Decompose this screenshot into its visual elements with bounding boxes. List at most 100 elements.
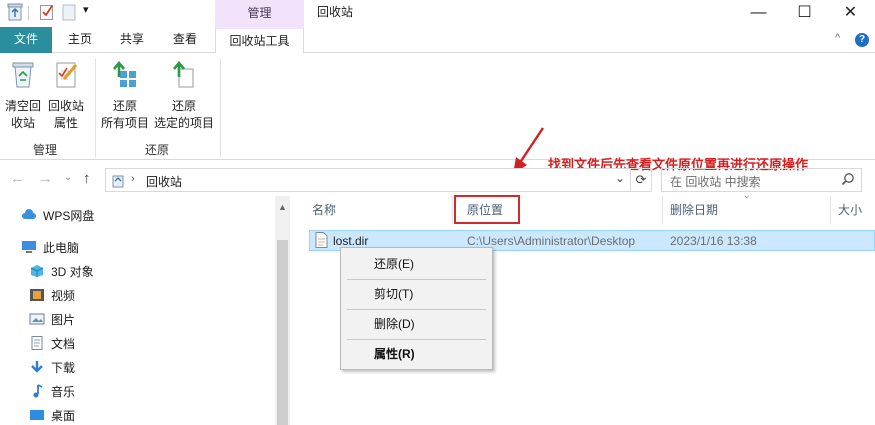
empty-recycle-bin-button[interactable]: 清空回 收站 <box>4 59 42 132</box>
nav-pane-scrollbar[interactable]: ▲ <box>275 196 290 425</box>
nav-item-videos[interactable]: 视频 <box>29 286 75 306</box>
window-title: 回收站 <box>317 5 354 19</box>
video-icon <box>29 288 45 302</box>
breadcrumb-chevron-icon[interactable]: › <box>131 173 135 185</box>
menu-separator <box>347 309 486 310</box>
column-header-size[interactable]: 大小 <box>838 196 862 224</box>
menu-item-delete[interactable]: 删除(D) <box>341 313 492 335</box>
nav-item-label: 音乐 <box>51 385 76 399</box>
empty-label-line2: 收站 <box>10 116 35 130</box>
restore-all-label-line2: 所有项目 <box>100 116 149 130</box>
search-input[interactable]: 在 回收站 中搜索 <box>661 168 862 192</box>
3d-cube-icon <box>29 264 45 278</box>
restore-all-label-line1: 还原 <box>112 99 137 113</box>
nav-item-label: 文档 <box>51 337 76 351</box>
group-divider <box>220 59 221 157</box>
tab-share[interactable]: 共享 <box>114 27 150 53</box>
recycle-bin-app-icon <box>7 3 23 23</box>
nav-item-label: 下载 <box>51 361 76 375</box>
menu-item-restore[interactable]: 还原(E) <box>341 253 492 275</box>
file-icon <box>315 232 328 251</box>
restore-selected-button[interactable]: 还原 选定的项目 <box>153 59 215 132</box>
empty-recycle-bin-icon <box>4 59 42 94</box>
search-placeholder: 在 回收站 中搜索 <box>670 175 761 189</box>
forward-arrow-icon[interactable]: → <box>38 170 53 187</box>
recycle-bin-location-icon <box>111 173 125 191</box>
title-bar: ▾ 管理 回收站 — ☐ ✕ <box>0 0 875 27</box>
cloud-icon <box>21 208 37 222</box>
collapse-ribbon-button[interactable]: ^ <box>835 32 840 44</box>
menu-separator <box>347 279 486 280</box>
props-label-line2: 属性 <box>53 116 78 130</box>
breadcrumb-recycle-bin[interactable]: 回收站 <box>146 173 182 190</box>
nav-item-label: 此电脑 <box>43 241 80 255</box>
nav-item-this-pc[interactable]: 此电脑 <box>21 238 79 258</box>
empty-label-line1: 清空回 <box>4 99 41 113</box>
maximize-button[interactable]: ☐ <box>782 0 827 25</box>
nav-item-label: WPS网盘 <box>43 209 95 223</box>
tab-home[interactable]: 主页 <box>62 27 98 53</box>
close-button[interactable]: ✕ <box>828 0 873 25</box>
restore-selected-label-line2: 选定的项目 <box>153 116 214 130</box>
restore-all-icon <box>100 59 150 94</box>
menu-item-properties[interactable]: 属性(R) <box>341 343 492 365</box>
back-arrow-icon[interactable]: ← <box>10 170 25 187</box>
download-icon <box>29 360 45 374</box>
ribbon: 清空回 收站 回收站 属性 管理 还原 所有项目 还原 选定的项目 还原 找到文… <box>0 53 875 172</box>
new-folder-qa-icon[interactable] <box>62 3 76 23</box>
nav-item-desktop[interactable]: 桌面 <box>29 406 75 425</box>
address-bar[interactable]: › 回收站 ⌄ <box>105 168 631 192</box>
search-icon <box>841 172 855 189</box>
scrollbar-thumb[interactable] <box>277 240 288 425</box>
menu-item-cut[interactable]: 剪切(T) <box>341 283 492 305</box>
help-button[interactable]: ? <box>855 33 869 47</box>
nav-item-pictures[interactable]: 图片 <box>29 310 75 330</box>
document-icon <box>29 336 45 350</box>
nav-item-label: 3D 对象 <box>51 265 94 279</box>
group-divider <box>95 59 96 157</box>
qa-divider <box>28 6 29 20</box>
file-date-deleted: 2023/1/16 13:38 <box>670 234 757 248</box>
restore-all-button[interactable]: 还原 所有项目 <box>100 59 150 132</box>
desktop-icon <box>29 408 45 422</box>
refresh-button[interactable]: ⟳ <box>631 168 652 192</box>
nav-item-label: 图片 <box>51 313 76 327</box>
recycle-bin-properties-button[interactable]: 回收站 属性 <box>46 59 86 132</box>
nav-item-label: 视频 <box>51 289 76 303</box>
restore-selected-icon <box>153 59 215 94</box>
nav-item-wps-cloud[interactable]: WPS网盘 <box>21 206 94 226</box>
ribbon-tabs: 文件 主页 共享 查看 回收站工具 ^ ? <box>0 27 875 54</box>
tab-file[interactable]: 文件 <box>0 27 52 53</box>
manage-group-label: 管理 <box>33 143 58 157</box>
restore-selected-label-line1: 还原 <box>171 99 196 113</box>
scroll-up-arrow-icon[interactable]: ▲ <box>278 202 287 212</box>
nav-item-3d-objects[interactable]: 3D 对象 <box>29 262 94 282</box>
properties-icon <box>46 59 86 94</box>
props-label-line1: 回收站 <box>47 99 84 113</box>
restore-group-label: 还原 <box>145 143 170 157</box>
minimize-button[interactable]: — <box>736 0 781 25</box>
contextual-tab-header: 管理 <box>215 0 304 27</box>
navigation-pane: WPS网盘 此电脑 3D 对象 视频 图片 文档 下载 音乐 桌面 <box>0 196 292 425</box>
picture-icon <box>29 312 45 326</box>
nav-item-label: 桌面 <box>51 409 76 423</box>
nav-item-downloads[interactable]: 下载 <box>29 358 75 378</box>
column-header-date-deleted[interactable]: 删除日期 <box>670 196 718 224</box>
qa-customize-icon[interactable]: ▾ <box>83 3 89 23</box>
music-note-icon <box>29 384 45 398</box>
properties-qa-icon[interactable] <box>39 3 55 23</box>
annotation-highlight-box <box>454 195 520 224</box>
column-divider <box>830 196 831 224</box>
recent-locations-chevron-icon[interactable]: ⌄ <box>64 172 72 183</box>
menu-separator <box>347 339 486 340</box>
nav-item-music[interactable]: 音乐 <box>29 382 75 402</box>
context-menu: 还原(E) 剪切(T) 删除(D) 属性(R) <box>340 247 493 370</box>
address-dropdown-chevron-icon[interactable]: ⌄ <box>615 171 625 185</box>
column-header-name[interactable]: 名称 <box>312 196 336 224</box>
tab-view[interactable]: 查看 <box>167 27 203 53</box>
column-divider <box>662 196 663 224</box>
computer-icon <box>21 240 37 254</box>
up-arrow-icon[interactable]: ↑ <box>83 170 91 187</box>
nav-item-documents[interactable]: 文档 <box>29 334 75 354</box>
tab-recycle-bin-tools[interactable]: 回收站工具 <box>215 27 304 54</box>
